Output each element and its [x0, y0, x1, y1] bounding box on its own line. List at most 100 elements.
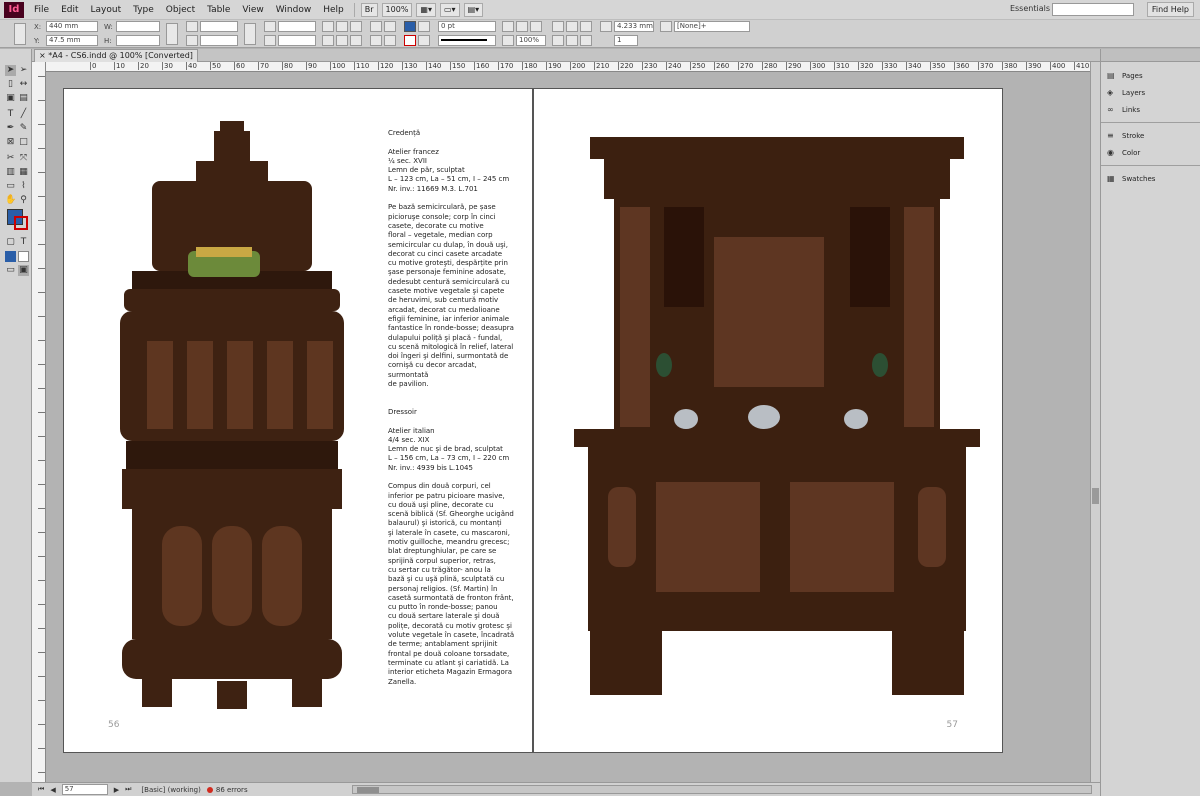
page-tool-icon[interactable]: ▯ — [5, 79, 16, 90]
menu-window[interactable]: Window — [270, 5, 318, 15]
page-number-field[interactable]: 57 — [61, 784, 108, 795]
h-field[interactable] — [116, 35, 160, 46]
shear-field[interactable] — [278, 35, 316, 46]
panel-layers[interactable]: ◈ Layers — [1101, 84, 1200, 101]
auto-fit-icon[interactable] — [580, 35, 592, 46]
panel-pages[interactable]: ▤ Pages — [1101, 67, 1200, 84]
stroke-weight-field[interactable]: 0 pt — [438, 21, 496, 32]
preflight-profile[interactable]: [Basic] (working) — [141, 786, 200, 794]
gradient-feather-tool-icon[interactable]: ▦ — [18, 167, 29, 178]
rectangle-tool-icon[interactable]: □ — [18, 137, 29, 148]
free-transform-tool-icon[interactable]: ⤧ — [18, 153, 29, 164]
direct-selection-tool-icon[interactable]: ➢ — [18, 65, 29, 76]
close-icon[interactable]: × — [39, 51, 48, 60]
dressoir-image[interactable] — [574, 137, 980, 705]
stroke-type-select[interactable] — [438, 35, 496, 46]
prev-page-icon[interactable]: ◀ — [50, 786, 55, 794]
constrain-proportions-icon[interactable] — [166, 22, 178, 45]
formatting-container-icon[interactable]: ▢ — [5, 237, 16, 248]
gradient-swatch-tool-icon[interactable]: ▥ — [5, 167, 16, 178]
credenta-image[interactable] — [92, 121, 372, 716]
menu-file[interactable]: File — [28, 5, 55, 15]
align-icon[interactable] — [552, 35, 564, 46]
rotate-cw-icon[interactable] — [322, 21, 334, 32]
view-options-button[interactable]: ▦▾ — [416, 2, 436, 17]
document-tab[interactable]: × *A4 - CS6.indd @ 100% [Converted] — [34, 49, 198, 62]
frame-fitting-icon[interactable] — [566, 21, 578, 32]
scale-y-field[interactable] — [200, 35, 238, 46]
stroke-dropdown-icon[interactable] — [418, 35, 430, 46]
apply-none-icon[interactable] — [18, 251, 29, 262]
select-next-icon[interactable] — [384, 35, 396, 46]
content-collector-icon[interactable]: ▣ — [5, 93, 16, 104]
fill-dropdown-icon[interactable] — [418, 21, 430, 32]
menu-edit[interactable]: Edit — [55, 5, 84, 15]
zoom-level-select[interactable]: 100% — [381, 2, 413, 17]
workspace-switcher[interactable]: Essentials — [1010, 4, 1050, 13]
chain-icon[interactable] — [244, 22, 256, 45]
type-on-path-icon[interactable] — [350, 21, 362, 32]
vertical-scrollbar[interactable] — [1090, 62, 1100, 782]
panel-stroke[interactable]: ≡ Stroke — [1101, 127, 1200, 144]
corner-options-icon[interactable] — [502, 21, 514, 32]
vertical-scroll-thumb[interactable] — [1092, 488, 1099, 504]
rectangle-frame-tool-icon[interactable]: ⊠ — [5, 137, 16, 148]
columns-field[interactable]: 1 — [614, 35, 638, 46]
apply-color-icon[interactable] — [5, 251, 16, 262]
preflight-errors[interactable]: 86 errors — [216, 786, 248, 794]
dimension-field[interactable]: 4.233 mm — [614, 21, 654, 32]
y-field[interactable]: 47.5 mm — [46, 35, 98, 46]
text-wrap-icon[interactable] — [552, 21, 564, 32]
object-style-select[interactable]: [None]+ — [674, 21, 750, 32]
flip-horizontal-icon[interactable] — [322, 35, 334, 46]
menu-layout[interactable]: Layout — [85, 5, 128, 15]
horizontal-ruler[interactable]: 0 10 20 30 40 50 60 70 80 90 100 110 120 130 140 150 160… — [46, 62, 1100, 72]
stroke-color-icon[interactable] — [14, 216, 28, 230]
select-container-icon[interactable] — [370, 21, 382, 32]
panel-links[interactable]: ∞ Links — [1101, 101, 1200, 118]
flip-vertical-icon[interactable] — [336, 35, 348, 46]
paragraph-icon[interactable] — [350, 35, 362, 46]
pen-tool-icon[interactable]: ✒ — [5, 123, 16, 134]
text-frame[interactable]: Credență Atelier francez ¼ sec. XVII Lemn d… — [388, 129, 516, 687]
selection-tool-icon[interactable]: ➤ — [5, 65, 16, 76]
fill-swatch[interactable] — [404, 21, 416, 32]
panel-dock-header[interactable] — [1101, 49, 1200, 62]
find-help-button[interactable]: Find Help — [1146, 2, 1194, 17]
pasteboard[interactable]: Credență Atelier francez ¼ sec. XVII Lemn d… — [46, 72, 1090, 782]
drop-shadow-icon[interactable] — [516, 21, 528, 32]
content-placer-icon[interactable]: ▤ — [18, 93, 29, 104]
formatting-text-icon[interactable]: T — [18, 237, 29, 248]
vertical-ruler[interactable] — [32, 62, 46, 782]
arrange-documents-button[interactable]: ▤▾ — [463, 2, 484, 17]
type-tool-icon[interactable]: T — [5, 109, 16, 120]
horizontal-scroll-thumb[interactable] — [357, 787, 379, 793]
note-tool-icon[interactable]: ▭ — [5, 181, 16, 192]
zoom-tool-icon[interactable]: ⚲ — [18, 195, 29, 206]
select-previous-icon[interactable] — [384, 21, 396, 32]
line-tool-icon[interactable]: ╱ — [18, 109, 29, 120]
fit-content-icon[interactable] — [580, 21, 592, 32]
opacity-field[interactable]: 100% — [516, 35, 546, 46]
scissors-tool-icon[interactable]: ✂ — [5, 153, 16, 164]
page-56[interactable]: Credență Atelier francez ¼ sec. XVII Lemn d… — [63, 88, 533, 753]
bridge-button[interactable]: Br — [360, 2, 378, 17]
last-page-icon[interactable]: ⏭ — [125, 785, 131, 794]
normal-view-icon[interactable]: ▭ — [5, 265, 16, 276]
horizontal-scrollbar[interactable] — [352, 785, 1092, 794]
hand-tool-icon[interactable]: ✋ — [5, 195, 16, 206]
menu-object[interactable]: Object — [160, 5, 201, 15]
first-page-icon[interactable]: ⏮ — [38, 785, 44, 794]
menu-table[interactable]: Table — [201, 5, 236, 15]
preview-view-icon[interactable]: ▣ — [18, 265, 29, 276]
x-field[interactable]: 440 mm — [46, 21, 98, 32]
gap-tool-icon[interactable]: ↔ — [18, 79, 29, 90]
scale-x-field[interactable] — [200, 21, 238, 32]
fx-icon[interactable] — [530, 21, 542, 32]
w-field[interactable] — [116, 21, 160, 32]
screen-mode-button[interactable]: ▭▾ — [440, 2, 460, 17]
reference-point-icon[interactable] — [14, 22, 26, 45]
panel-color[interactable]: ◉ Color — [1101, 144, 1200, 161]
menu-view[interactable]: View — [236, 5, 269, 15]
page-57[interactable]: 57 — [533, 88, 1003, 753]
